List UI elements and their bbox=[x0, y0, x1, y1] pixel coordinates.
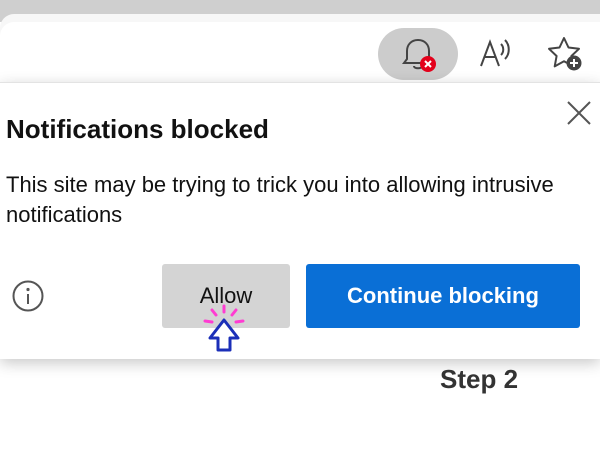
notification-blocked-bell-icon bbox=[402, 38, 436, 72]
notifications-blocked-button[interactable] bbox=[378, 28, 458, 80]
continue-blocking-button[interactable]: Continue blocking bbox=[306, 264, 580, 328]
click-cursor-icon bbox=[200, 304, 248, 360]
info-icon bbox=[12, 280, 44, 312]
popup-message: This site may be trying to trick you int… bbox=[6, 172, 554, 227]
close-button[interactable] bbox=[564, 98, 594, 128]
step-label: Step 2 bbox=[440, 364, 519, 394]
read-aloud-icon bbox=[480, 39, 510, 67]
read-aloud-button[interactable] bbox=[478, 34, 514, 74]
add-favorite-icon bbox=[548, 37, 582, 71]
popup-title: Notifications blocked bbox=[6, 114, 269, 144]
more-info-button[interactable] bbox=[12, 280, 44, 312]
add-favorite-button[interactable] bbox=[546, 34, 586, 74]
close-icon bbox=[567, 101, 591, 125]
